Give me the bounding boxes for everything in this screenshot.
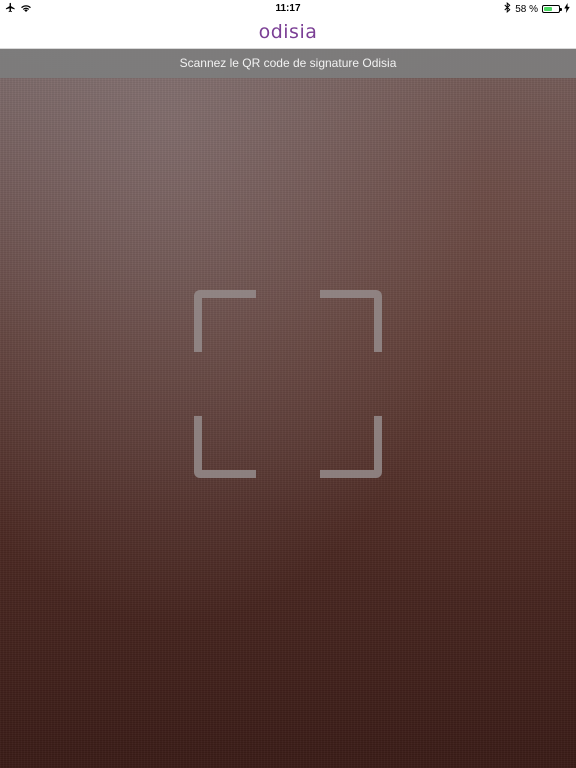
odisia-logo: odisia [258, 21, 318, 43]
scan-frame-corner-top-right [320, 290, 382, 352]
bluetooth-icon [504, 1, 511, 16]
status-right: 58 % [504, 1, 570, 16]
charging-bolt-icon [564, 2, 570, 16]
battery-tip [560, 8, 562, 11]
qr-scan-frame [194, 290, 382, 478]
scan-frame-corner-bottom-left [194, 416, 256, 478]
battery-icon [542, 5, 562, 13]
scan-frame-corner-bottom-right [320, 416, 382, 478]
status-bar: 11:17 58 % [0, 0, 576, 18]
navigation-bar: odisia [0, 18, 576, 49]
scan-frame-corner-top-left [194, 290, 256, 352]
battery-percent: 58 % [515, 3, 538, 15]
battery-level-fill [544, 7, 552, 11]
scan-instruction-banner: Scannez le QR code de signature Odisia [0, 49, 576, 78]
status-time: 11:17 [275, 3, 301, 14]
qr-scanner-screen: 11:17 58 % odisia Scannez le QR code de … [0, 0, 576, 768]
